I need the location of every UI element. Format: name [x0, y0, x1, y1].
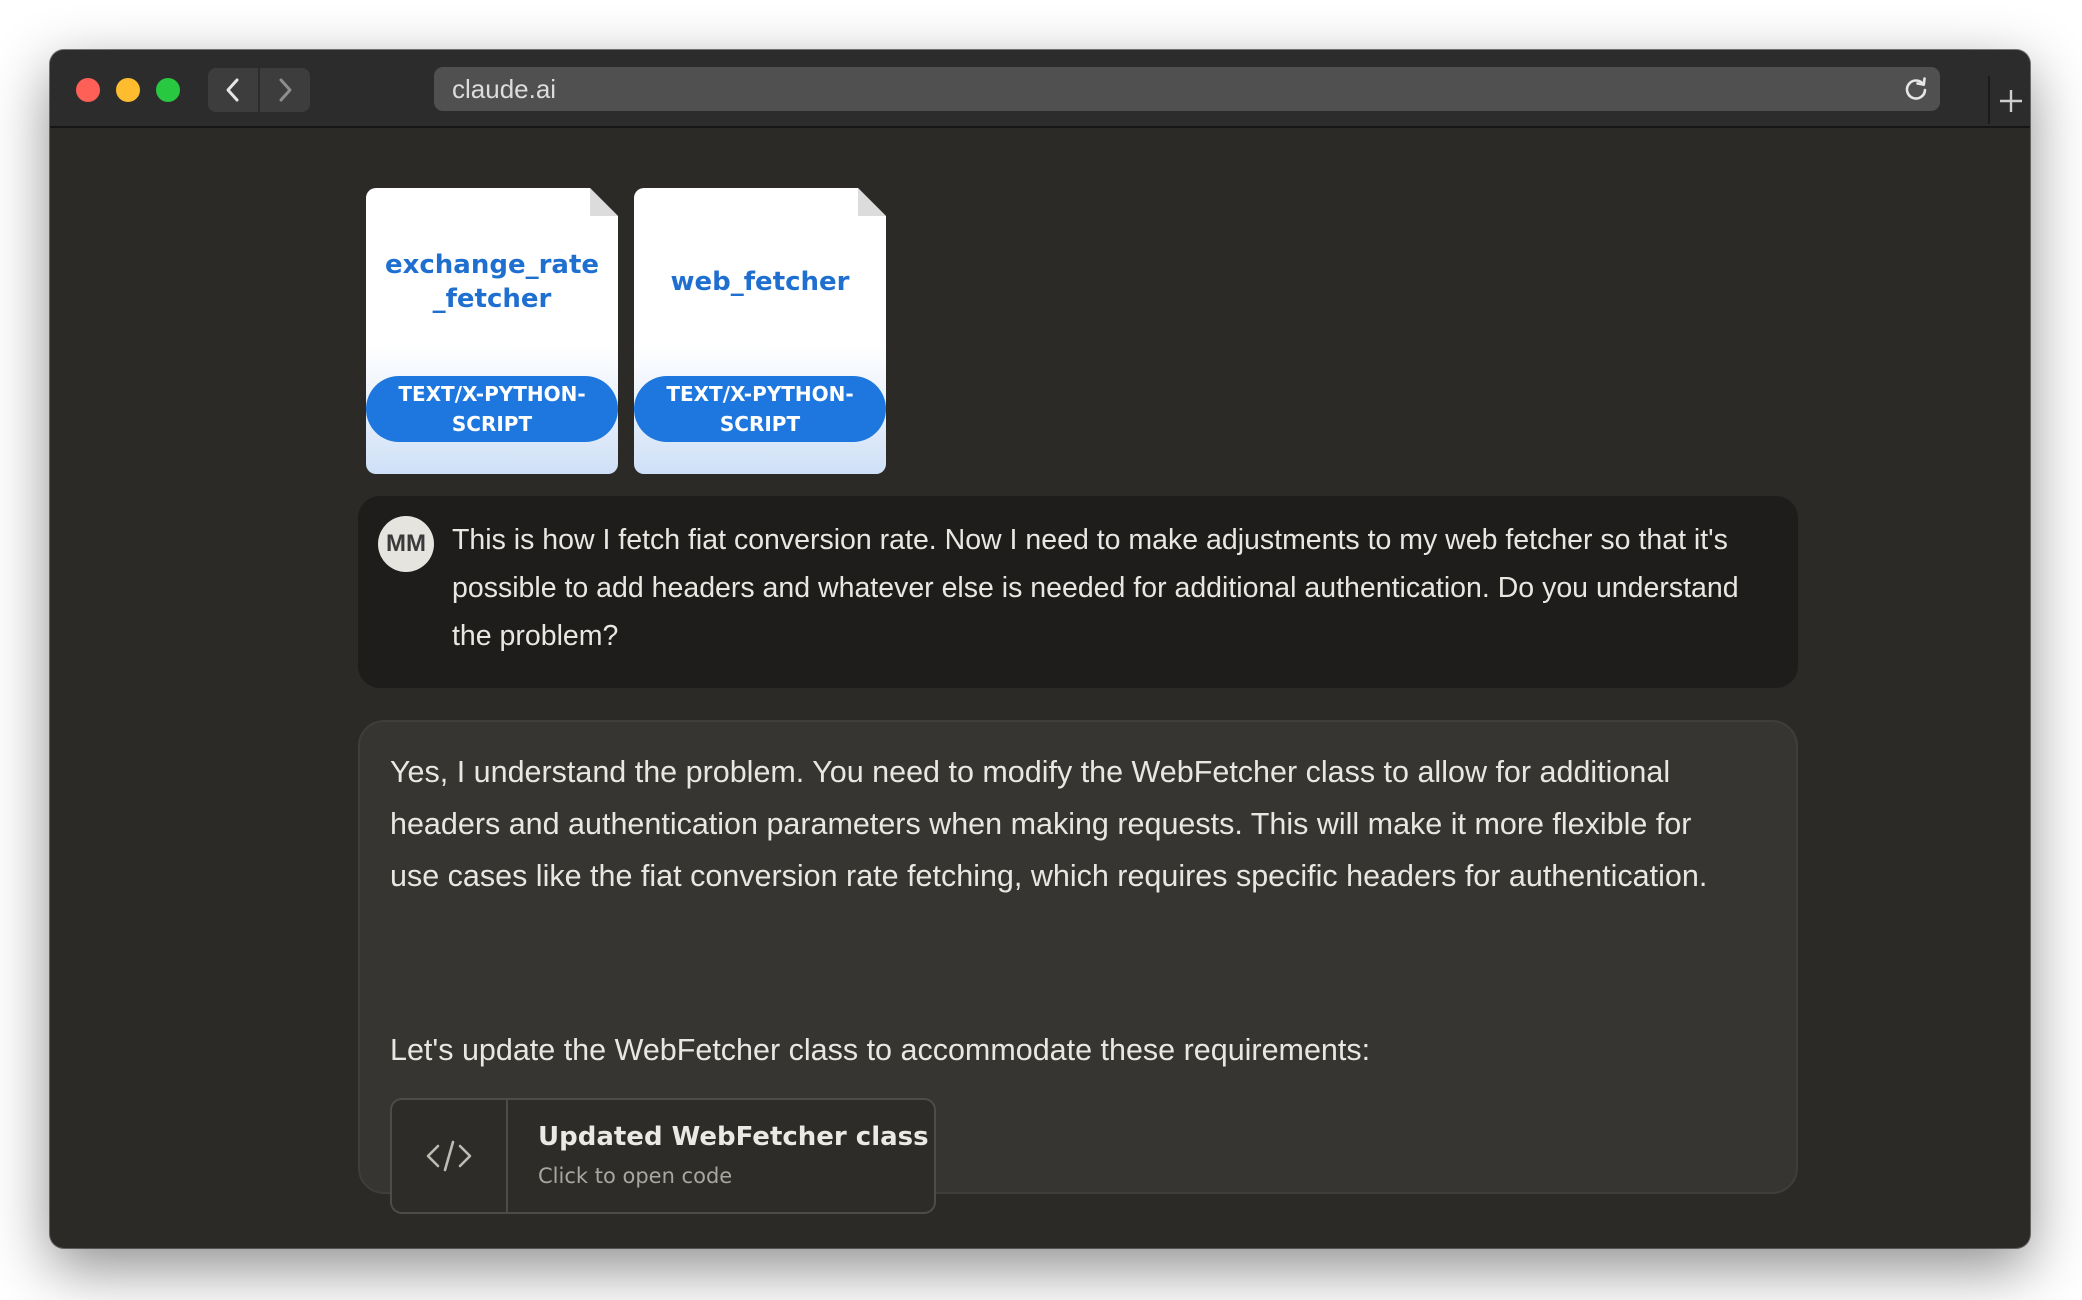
assistant-paragraph: Yes, I understand the problem. You need … — [390, 755, 1708, 893]
attachment-card[interactable]: exchange_rate _fetcher TEXT/X-PYTHON-SCR… — [366, 188, 618, 474]
user-avatar: MM — [378, 516, 434, 572]
assistant-message: Yes, I understand the problem. You need … — [358, 720, 1798, 1214]
minimize-window-button[interactable] — [116, 78, 140, 102]
maximize-window-button[interactable] — [156, 78, 180, 102]
attachment-type-badge: TEXT/X-PYTHON-SCRIPT — [366, 376, 618, 442]
artifact-icon-box — [392, 1100, 508, 1212]
browser-titlebar: claude.ai — [50, 50, 2030, 128]
attachment-name: exchange_rate _fetcher — [384, 250, 600, 314]
code-artifact-button[interactable]: Updated WebFetcher class Click to open c… — [390, 1098, 936, 1214]
address-bar[interactable]: claude.ai — [434, 67, 1940, 111]
user-message-text: This is how I fetch fiat conversion rate… — [452, 524, 1739, 652]
chevron-left-icon — [226, 78, 239, 102]
browser-window: claude.ai exchange_rate _fetcher TEXT/X-… — [50, 50, 2030, 1248]
artifact-subtitle: Click to open code — [538, 1164, 733, 1188]
code-icon — [426, 1140, 472, 1172]
close-window-button[interactable] — [76, 78, 100, 102]
user-message: MM This is how I fetch fiat conversion r… — [358, 496, 1798, 688]
forward-button[interactable] — [260, 68, 310, 112]
attachment-type-badge: TEXT/X-PYTHON-SCRIPT — [634, 376, 886, 442]
attachment-card[interactable]: web_fetcher TEXT/X-PYTHON-SCRIPT — [634, 188, 886, 474]
artifact-title: Updated WebFetcher class — [538, 1122, 929, 1152]
attachment-name: web_fetcher — [670, 267, 850, 297]
new-tab-button[interactable] — [1988, 76, 2030, 124]
reload-icon[interactable] — [1902, 75, 1930, 103]
plus-icon — [2000, 90, 2022, 112]
assistant-paragraph: Let's update the WebFetcher class to acc… — [390, 1033, 1371, 1067]
back-button[interactable] — [208, 68, 258, 112]
chevron-right-icon — [279, 78, 292, 102]
url-text: claude.ai — [452, 74, 557, 104]
